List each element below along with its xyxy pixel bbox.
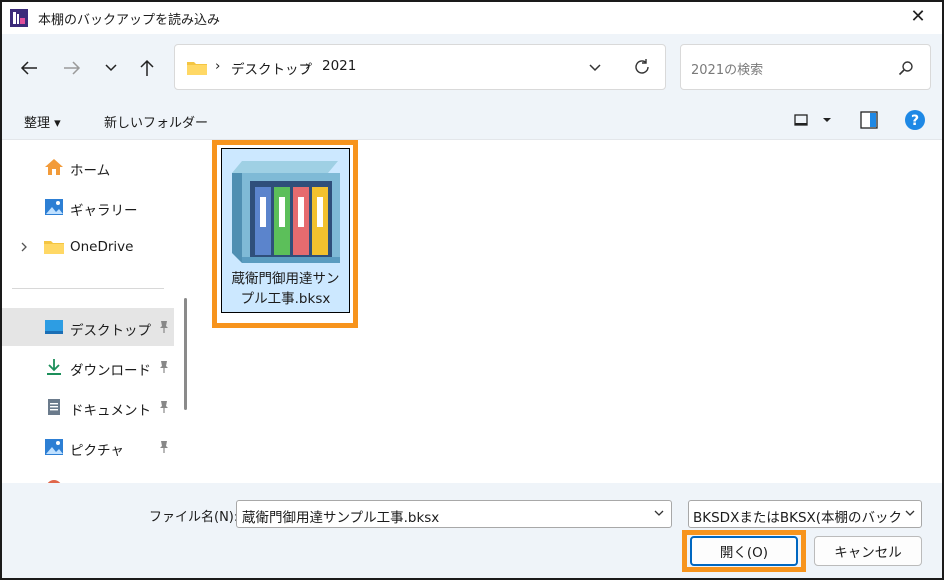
sidebar-item-label: ギャラリー xyxy=(70,203,138,219)
navigation-pane: ホーム ギャラリー OneDrive デスクトップ ダウンロード ドキュメント … xyxy=(2,140,192,483)
file-open-dialog: 本棚のバックアップを読み込み ✕ › デスクトップ › 2021 2021の検索… xyxy=(0,0,944,580)
sidebar-item-label: ダウンロード xyxy=(70,363,151,379)
sidebar-item-documents[interactable]: ドキュメント xyxy=(2,388,174,426)
app-icon xyxy=(10,9,28,27)
breadcrumb-desktop[interactable]: デスクトップ xyxy=(231,58,312,78)
sidebar-item-home[interactable]: ホーム xyxy=(2,148,174,186)
forward-arrow-icon[interactable] xyxy=(58,54,86,82)
cancel-button[interactable]: キャンセル xyxy=(814,536,922,566)
refresh-icon[interactable] xyxy=(633,58,651,76)
filetype-select[interactable]: BKSDXまたはBKSX(本棚のバックアップ xyxy=(688,500,922,528)
sidebar-item-downloads[interactable]: ダウンロード xyxy=(2,348,174,386)
svg-text:?: ? xyxy=(911,113,919,129)
address-bar-row: › デスクトップ › 2021 2021の検索 xyxy=(2,34,942,102)
filetype-value: BKSDXまたはBKSX(本棚のバックアップ xyxy=(693,510,901,526)
file-item-selected[interactable]: 蔵衛門御用達サン プル工事.bksx xyxy=(221,148,350,313)
sidebar-item-label: ピクチャ xyxy=(70,443,124,459)
chevron-down-icon xyxy=(905,510,915,516)
filename-label: ファイル名(N): xyxy=(149,510,239,525)
pin-icon xyxy=(160,441,168,453)
gallery-icon xyxy=(45,199,63,215)
sidebar-scrollbar[interactable] xyxy=(184,298,187,410)
back-arrow-icon[interactable] xyxy=(15,54,43,82)
folder-icon xyxy=(187,62,207,75)
sidebar-item-label: デスクトップ xyxy=(70,323,151,339)
sidebar-divider xyxy=(12,288,164,289)
sidebar-item-onedrive[interactable]: OneDrive xyxy=(2,228,174,266)
up-arrow-icon[interactable] xyxy=(133,54,161,82)
sidebar-item-label: OneDrive xyxy=(70,239,134,255)
sidebar-item-label: ドキュメント xyxy=(70,403,151,419)
bookshelf-file-icon xyxy=(232,161,340,263)
pin-icon xyxy=(160,361,168,373)
command-bar: 整理 ▾ 新しいフォルダー ? xyxy=(2,102,942,140)
search-icon[interactable] xyxy=(898,60,914,76)
help-icon[interactable]: ? xyxy=(904,109,926,131)
window-title: 本棚のバックアップを読み込み xyxy=(38,13,221,28)
pictures-icon xyxy=(45,439,63,455)
new-folder-button[interactable]: 新しいフォルダー xyxy=(104,112,208,131)
expand-chevron-icon[interactable] xyxy=(20,242,28,252)
preview-pane-icon[interactable] xyxy=(860,111,878,129)
organize-menu-button[interactable]: 整理 ▾ xyxy=(24,112,61,131)
recent-locations-chevron-icon[interactable] xyxy=(97,54,125,82)
search-input[interactable]: 2021の検索 xyxy=(680,44,931,90)
close-icon[interactable]: ✕ xyxy=(906,6,930,30)
address-history-chevron-icon[interactable] xyxy=(588,63,602,73)
title-bar: 本棚のバックアップを読み込み ✕ xyxy=(2,2,942,34)
search-placeholder: 2021の検索 xyxy=(691,63,764,78)
pin-icon xyxy=(160,321,168,333)
document-icon xyxy=(48,399,60,415)
breadcrumb-separator: › xyxy=(305,58,311,74)
sidebar-item-music-partial[interactable] xyxy=(2,468,174,483)
breadcrumb-2021[interactable]: 2021 xyxy=(322,58,356,74)
pin-icon xyxy=(160,401,168,413)
sidebar-item-pictures[interactable]: ピクチャ xyxy=(2,428,174,466)
open-button[interactable]: 開く(O) xyxy=(690,536,798,566)
file-name-label: 蔵衛門御用達サン プル工事.bksx xyxy=(222,269,349,309)
sidebar-item-label: ホーム xyxy=(70,163,111,179)
filename-input[interactable]: 蔵衛門御用達サンプル工事.bksx xyxy=(236,500,672,528)
download-icon xyxy=(47,359,61,375)
dialog-footer: ファイル名(N): 蔵衛門御用達サンプル工事.bksx BKSDXまたはBKSX… xyxy=(2,483,942,578)
chevron-down-icon[interactable] xyxy=(653,507,665,519)
folder-icon xyxy=(44,241,64,254)
address-bar[interactable]: › デスクトップ › 2021 xyxy=(174,44,666,90)
view-dropdown-chevron-icon[interactable] xyxy=(822,117,832,123)
file-name-line-2: プル工事.bksx xyxy=(240,291,331,307)
sidebar-item-gallery[interactable]: ギャラリー xyxy=(2,188,174,226)
home-icon xyxy=(45,159,63,175)
file-name-line-1: 蔵衛門御用達サン xyxy=(231,271,340,287)
breadcrumb-separator: › xyxy=(215,58,221,74)
desktop-icon xyxy=(45,320,63,334)
view-mode-icon[interactable] xyxy=(793,112,809,128)
sidebar-item-desktop[interactable]: デスクトップ xyxy=(2,308,174,346)
filename-value: 蔵衛門御用達サンプル工事.bksx xyxy=(242,510,440,526)
